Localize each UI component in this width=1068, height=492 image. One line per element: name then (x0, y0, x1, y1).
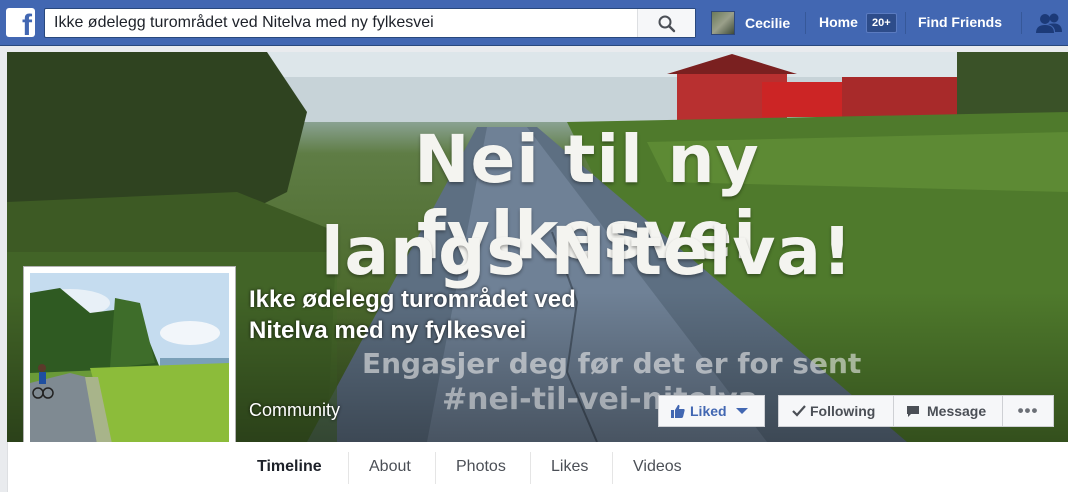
cover-subtitle: Engasjer deg før det er for sent (362, 347, 862, 380)
following-label: Following (810, 403, 876, 419)
message-icon (907, 405, 919, 417)
tab-divider (435, 452, 436, 484)
tab-divider (530, 452, 531, 484)
page-category[interactable]: Community (249, 400, 340, 421)
following-button[interactable]: Following (778, 395, 894, 427)
search-icon (658, 15, 676, 33)
avatar (711, 11, 735, 35)
like-thumb-icon (671, 404, 685, 418)
search-field[interactable]: Ikke ødelegg turområdet ved Nitelva med … (44, 8, 696, 38)
checkmark-icon (792, 405, 806, 417)
caret-down-icon (735, 408, 748, 414)
tab-photos[interactable]: Photos (456, 458, 506, 476)
tab-timeline[interactable]: Timeline (257, 458, 322, 476)
liked-button[interactable]: Liked (658, 395, 765, 427)
search-button[interactable] (637, 9, 695, 37)
search-input[interactable]: Ikke ødelegg turområdet ved Nitelva med … (54, 14, 434, 32)
tab-likes[interactable]: Likes (551, 458, 588, 476)
nav-divider (805, 12, 806, 34)
liked-label: Liked (690, 403, 727, 419)
message-button[interactable]: Message (893, 395, 1003, 427)
page-tabs: Timeline About Photos Likes Videos (7, 442, 1068, 492)
user-name: Cecilie (745, 15, 791, 31)
find-friends-link[interactable]: Find Friends (918, 14, 1002, 30)
message-label: Message (927, 403, 987, 419)
friend-requests-icon[interactable] (1035, 12, 1063, 34)
cover-headline-line2: langs Nitelva! (320, 213, 854, 290)
profile-link[interactable]: Cecilie (711, 11, 790, 35)
more-label: ••• (1017, 401, 1039, 420)
home-link[interactable]: Home (819, 14, 858, 30)
more-options-button[interactable]: ••• (1002, 395, 1054, 427)
page-title[interactable]: Ikke ødelegg turområdet ved Nitelva med … (249, 284, 629, 346)
nav-divider (1021, 12, 1022, 34)
tab-divider (348, 452, 349, 484)
tab-about[interactable]: About (369, 458, 411, 476)
home-badge: 20+ (866, 13, 897, 33)
top-navigation-bar: f Ikke ødelegg turområdet ved Nitelva me… (0, 0, 1068, 46)
nav-divider (905, 12, 906, 34)
tab-videos[interactable]: Videos (633, 458, 682, 476)
tab-divider (612, 452, 613, 484)
facebook-logo-icon[interactable]: f (6, 8, 35, 37)
